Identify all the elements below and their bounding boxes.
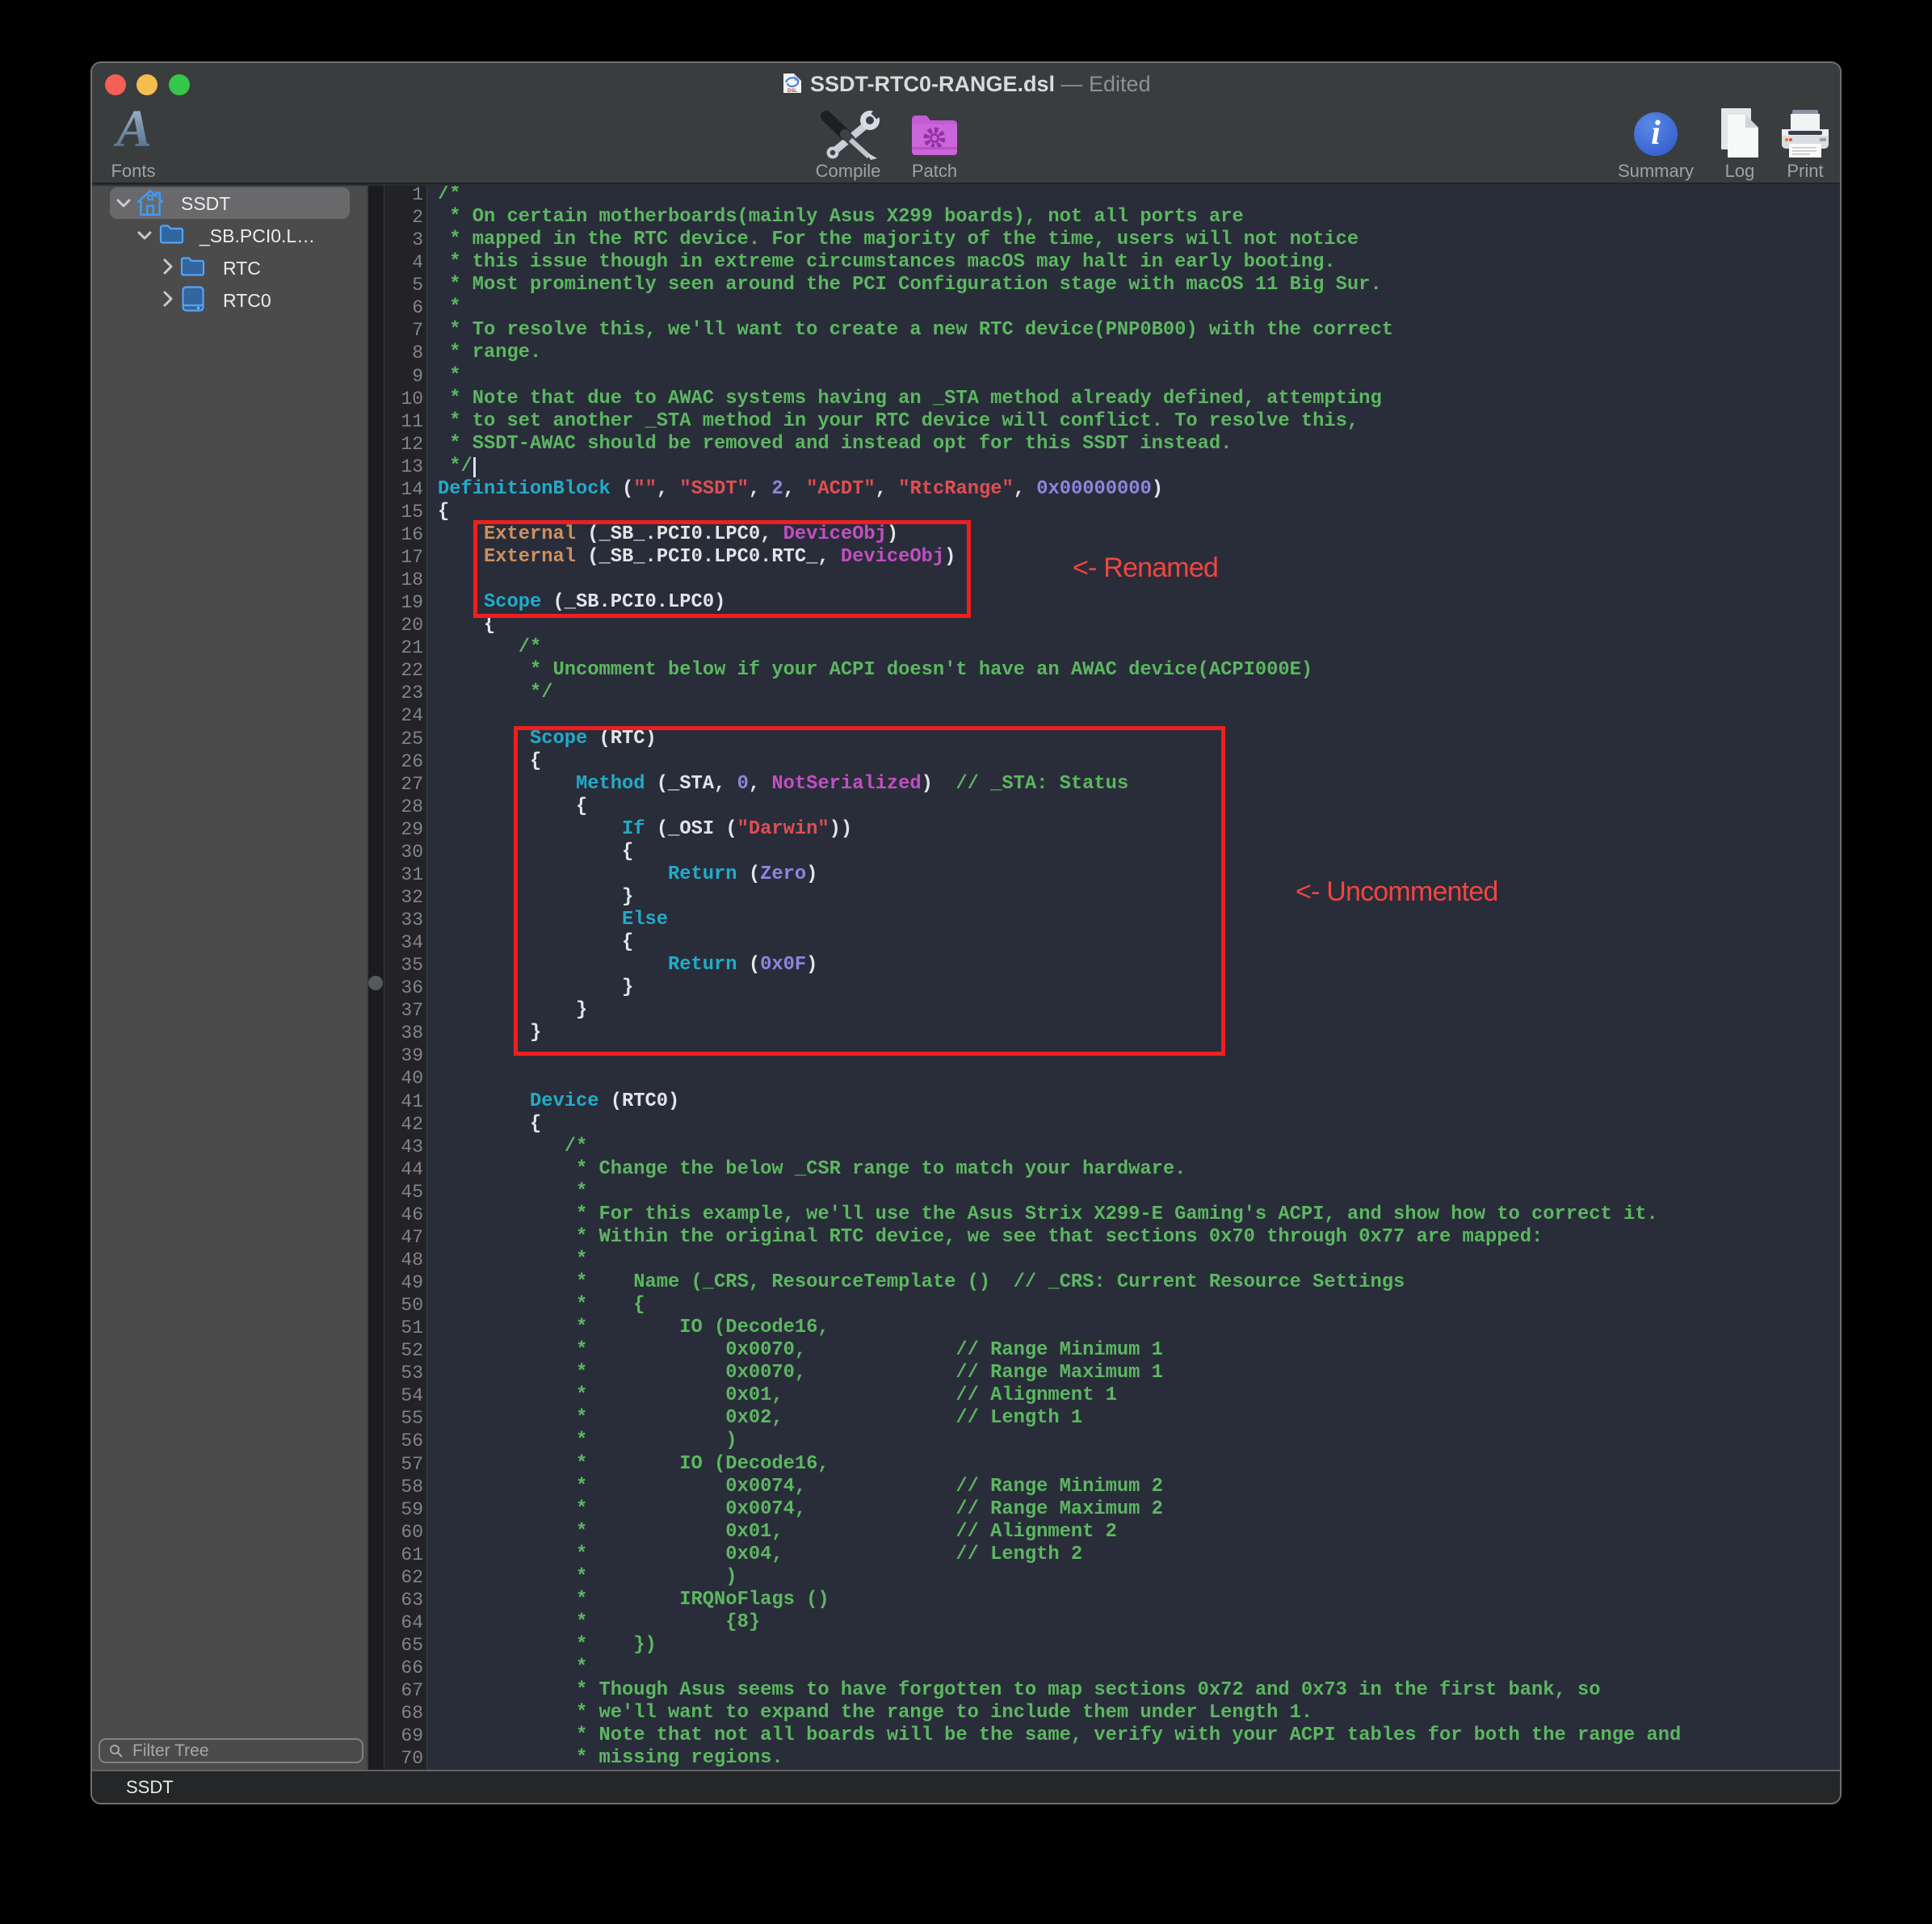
svg-text:DSL: DSL	[788, 89, 797, 94]
